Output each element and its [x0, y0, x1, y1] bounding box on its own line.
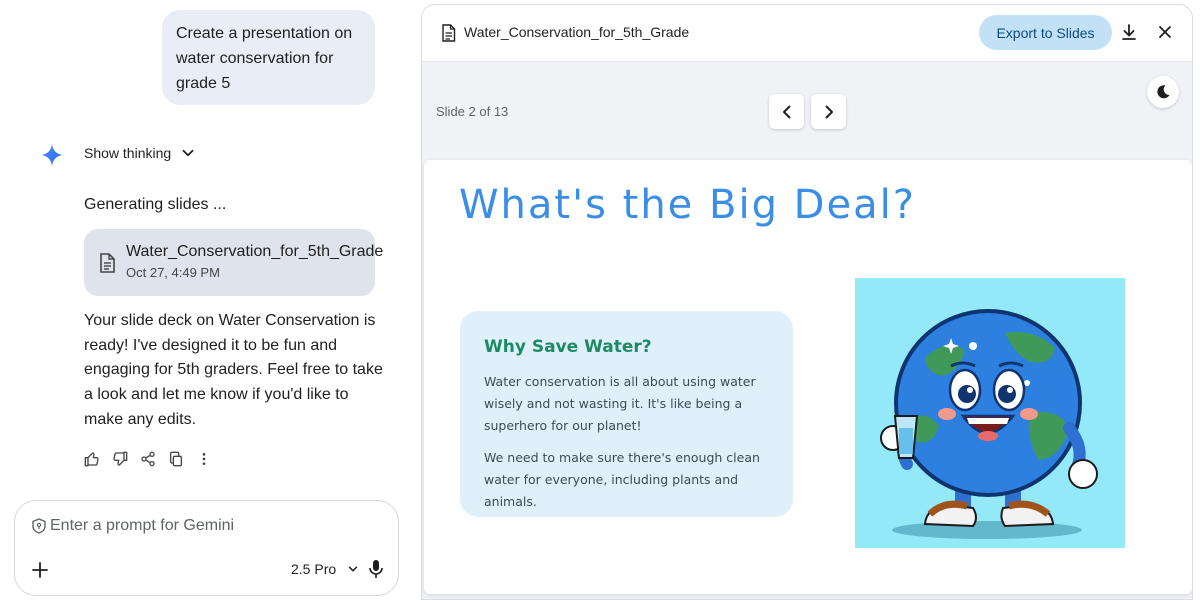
copy-button[interactable]	[168, 451, 184, 467]
thumb-up-button[interactable]	[84, 451, 100, 467]
assistant-response: Your slide deck on Water Conservation is…	[84, 312, 383, 428]
shield-icon	[32, 518, 46, 534]
file-card-date: Oct 27, 4:49 PM	[126, 265, 220, 280]
share-icon	[141, 451, 155, 467]
chat-panel: Create a presentation on water conservat…	[0, 0, 410, 600]
info-card: Why Save Water? Water conservation is al…	[460, 311, 793, 517]
user-message-bubble: Create a presentation on water conservat…	[162, 10, 375, 105]
microphone-icon[interactable]	[367, 559, 385, 579]
thumb-up-icon	[84, 452, 99, 467]
document-icon	[100, 253, 115, 273]
show-thinking-label: Show thinking	[84, 145, 172, 161]
download-icon[interactable]	[1121, 23, 1137, 41]
canvas-header: Water_Conservation_for_5th_Grade Export …	[422, 5, 1192, 62]
slide-counter: Slide 2 of 13	[436, 104, 509, 119]
prompt-input[interactable]	[50, 515, 380, 537]
document-icon	[442, 24, 456, 42]
copy-icon	[170, 451, 182, 467]
model-selector[interactable]: 2.5 Pro	[291, 561, 360, 577]
slide-preview: What's the Big Deal? Why Save Water? Wat…	[424, 160, 1192, 594]
dark-mode-toggle[interactable]	[1147, 76, 1179, 108]
close-icon[interactable]	[1157, 24, 1173, 40]
next-slide-button[interactable]	[811, 94, 846, 129]
more-vert-icon	[202, 453, 206, 465]
info-paragraph-2: We need to make sure there's enough clea…	[484, 450, 760, 509]
show-thinking-toggle[interactable]: Show thinking	[84, 144, 197, 162]
previous-slide-button[interactable]	[769, 94, 804, 129]
moon-icon	[1157, 85, 1170, 99]
slide-title: What's the Big Deal?	[459, 182, 916, 228]
thumb-down-icon	[113, 451, 128, 466]
info-card-heading: Why Save Water?	[484, 337, 652, 357]
slides-file-card[interactable]: Water_Conservation_for_5th_Grade Oct 27,…	[84, 229, 383, 296]
chevron-right-icon	[825, 105, 833, 118]
canvas-title: Water_Conservation_for_5th_Grade	[464, 24, 690, 40]
earth-mascot-illustration	[855, 278, 1125, 548]
file-card-name: Water_Conservation_for_5th_Grade	[126, 243, 384, 260]
response-actions	[84, 451, 212, 467]
chevron-down-icon	[348, 566, 358, 572]
info-paragraph-1: Water conservation is all about using wa…	[484, 374, 756, 433]
share-button[interactable]	[140, 451, 156, 467]
add-attachment-icon[interactable]	[29, 559, 51, 581]
app-root: Create a presentation on water conservat…	[0, 0, 1200, 600]
export-to-slides-button[interactable]: Export to Slides	[979, 15, 1112, 50]
more-options-button[interactable]	[196, 451, 212, 467]
thumb-down-button[interactable]	[112, 451, 128, 467]
generating-status: Generating slides ...	[84, 196, 227, 213]
gemini-spark-icon	[41, 144, 63, 166]
chevron-down-icon	[182, 149, 194, 157]
prompt-box: 2.5 Pro	[14, 500, 399, 596]
canvas-panel: Water_Conservation_for_5th_Grade Export …	[421, 4, 1193, 600]
model-label: 2.5 Pro	[291, 561, 337, 577]
chevron-left-icon	[782, 105, 790, 118]
